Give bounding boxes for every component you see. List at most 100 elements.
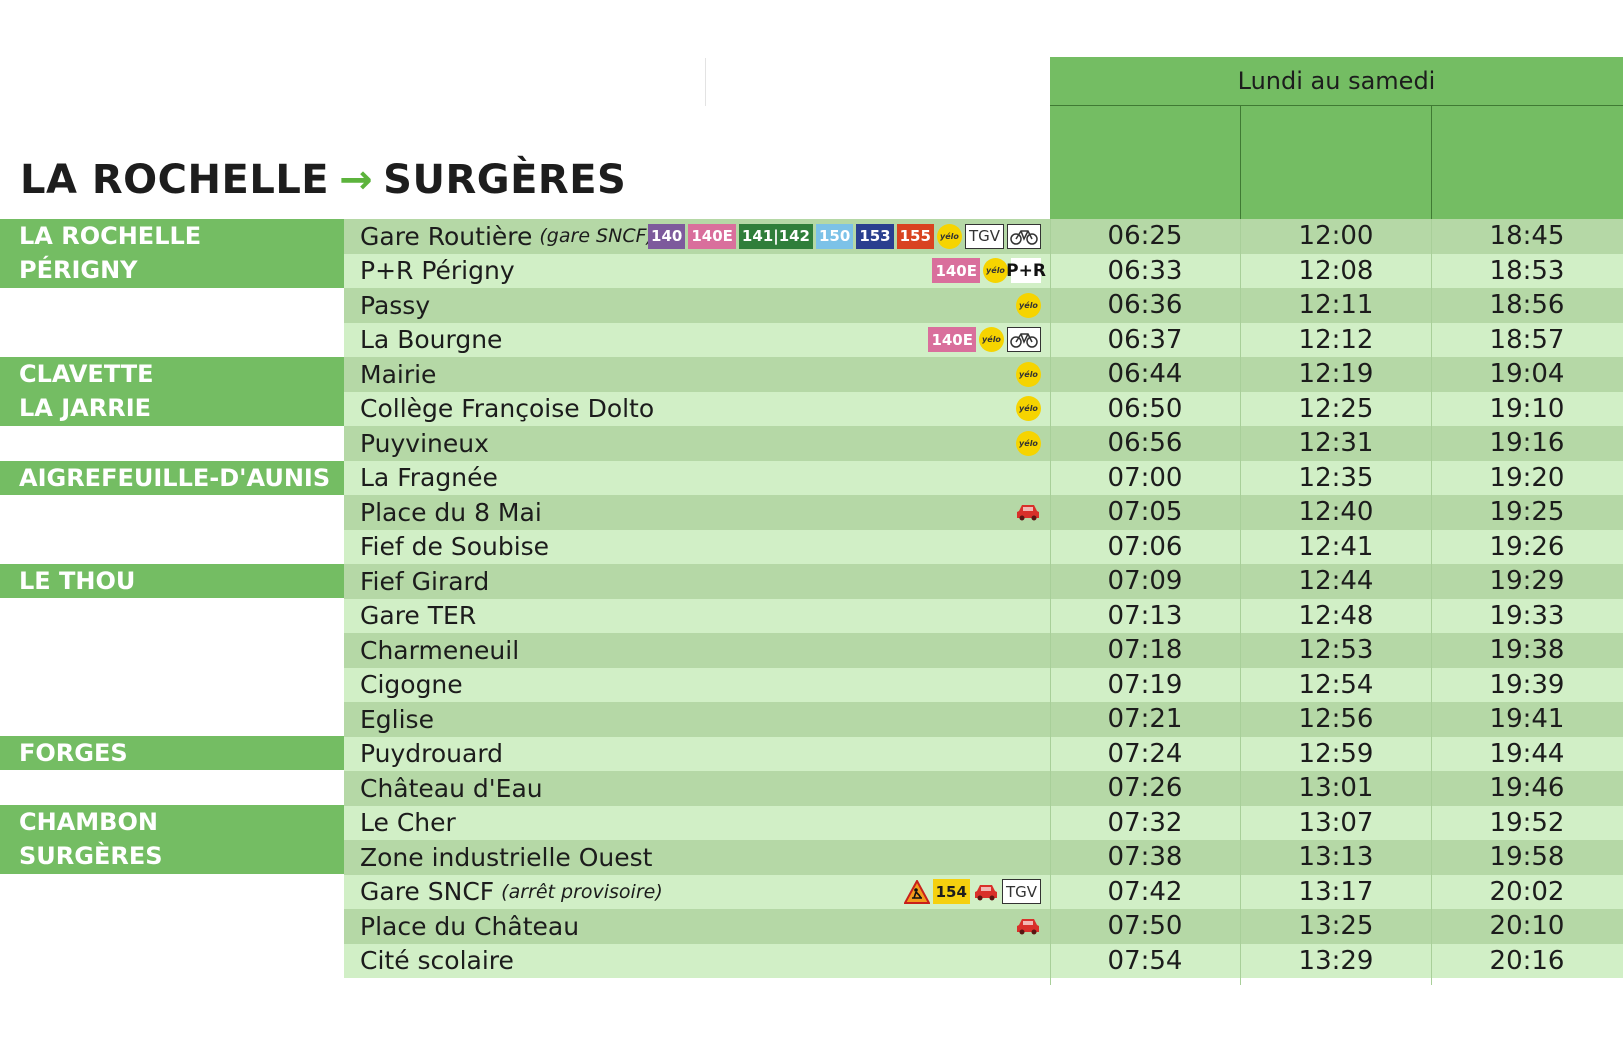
stop-connections [1015, 909, 1041, 944]
departure-time: 06:37 [1107, 324, 1183, 355]
departure-time: 19:29 [1489, 566, 1565, 597]
departure-time: 07:38 [1107, 842, 1183, 873]
stop-name: Gare TER [360, 601, 477, 631]
stop-name: Puydrouard [360, 739, 504, 769]
departure-time: 12:19 [1298, 359, 1374, 390]
departure-time: 06:50 [1107, 393, 1183, 424]
route-to: SURGÈRES [383, 157, 627, 203]
departure-time: 12:53 [1298, 635, 1374, 666]
departure-time: 19:52 [1489, 807, 1565, 838]
departure-time: 12:12 [1298, 324, 1374, 355]
departure-time: 12:56 [1298, 704, 1374, 735]
departure-time: 13:25 [1298, 911, 1374, 942]
departure-time: 12:31 [1298, 428, 1374, 459]
park-and-ride-icon: P+R [1006, 258, 1046, 284]
stop-name: Château d'Eau [360, 773, 543, 803]
commune-label: PÉRIGNY [19, 256, 138, 284]
line-154-badge: 154 [932, 879, 970, 905]
departure-time: 07:00 [1107, 462, 1183, 493]
yelo-icon: yélo [1016, 292, 1041, 318]
departure-time: 07:26 [1107, 773, 1183, 804]
departure-time: 13:17 [1298, 876, 1374, 907]
departure-time: 13:07 [1298, 807, 1374, 838]
departure-time: 12:59 [1298, 738, 1374, 769]
car-icon [973, 882, 999, 902]
departure-time: 18:45 [1489, 221, 1565, 252]
departure-time: 20:16 [1489, 945, 1565, 976]
departure-time: 13:13 [1298, 842, 1374, 873]
yelo-icon: yélo [1016, 430, 1041, 456]
departure-time: 19:41 [1489, 704, 1565, 735]
line-141-142-badge: 141 | 142 [738, 223, 813, 249]
commune-label: LE THOU [19, 567, 136, 595]
departure-time: 07:42 [1107, 876, 1183, 907]
line-153-badge: 153 [856, 223, 894, 249]
departure-time: 19:26 [1489, 531, 1565, 562]
yelo-icon: yélo [1016, 396, 1041, 422]
departure-time: 12:00 [1298, 221, 1374, 252]
departure-time: 12:25 [1298, 393, 1374, 424]
departure-time: 06:25 [1107, 221, 1183, 252]
departure-time: 12:11 [1298, 290, 1374, 321]
divider-line [705, 58, 706, 106]
stop-name: La Fragnée [360, 463, 498, 493]
line-155-badge: 155 [896, 223, 934, 249]
bike-icon [1007, 327, 1041, 353]
yelo-icon: yélo [1016, 361, 1041, 387]
departure-time: 12:08 [1298, 255, 1374, 286]
commune-label: AIGREFEUILLE-D'AUNIS [19, 464, 331, 492]
commune-block: CLAVETTE LA JARRIE [0, 357, 344, 426]
departure-time: 07:06 [1107, 531, 1183, 562]
stop-name: Fief Girard [360, 566, 490, 596]
commune-block: FORGES [0, 736, 344, 770]
departure-time: 07:21 [1107, 704, 1183, 735]
stop-name: Gare SNCF (arrêt provisoire) [360, 877, 663, 907]
stop-name: Collège Françoise Dolto [360, 394, 655, 424]
stop-name: P+R Périgny [360, 256, 515, 286]
departure-time: 19:58 [1489, 842, 1565, 873]
commune-label: CHAMBON [19, 808, 158, 836]
departure-time: 19:04 [1489, 359, 1565, 390]
departure-time: 07:50 [1107, 911, 1183, 942]
departure-time: 07:32 [1107, 807, 1183, 838]
line-140-badge: 140 [648, 223, 686, 249]
departure-time: 06:36 [1107, 290, 1183, 321]
departure-time: 07:54 [1107, 945, 1183, 976]
stop-connections: 140E yélo P+R [932, 254, 1046, 289]
bike-icon [1007, 223, 1041, 249]
car-icon [1015, 502, 1041, 522]
departure-time: 07:09 [1107, 566, 1183, 597]
stop-name: Gare Routière (gare SNCF) [360, 221, 654, 251]
departure-time: 20:02 [1489, 876, 1565, 907]
arrow-right-icon: → [339, 157, 374, 203]
stop-name: La Bourgne [360, 325, 503, 355]
roadworks-icon [903, 879, 930, 904]
tgv-icon: TGV [1001, 879, 1041, 905]
stop-name: Place du 8 Mai [360, 497, 542, 527]
departure-time: 19:16 [1489, 428, 1565, 459]
departure-time: 06:44 [1107, 359, 1183, 390]
column-divider [1240, 106, 1241, 219]
stop-connections: yélo [1016, 426, 1041, 461]
stop-name: Cité scolaire [360, 946, 514, 976]
departure-time: 19:44 [1489, 738, 1565, 769]
stop-connections: 140 140E 141 | 142 150 153 155 yélo TGV [648, 219, 1041, 254]
departure-time: 07:24 [1107, 738, 1183, 769]
column-divider [1050, 219, 1051, 985]
stop-connections: 154 TGV [903, 875, 1041, 910]
line-140e-badge: 140E [928, 327, 976, 353]
departure-time: 18:56 [1489, 290, 1565, 321]
stop-name: Puyvineux [360, 428, 489, 458]
car-icon [1015, 916, 1041, 936]
commune-label: FORGES [19, 739, 128, 767]
stop-connections: yélo [1016, 357, 1041, 392]
commune-block: AIGREFEUILLE-D'AUNIS [0, 461, 344, 495]
stop-name: Le Cher [360, 808, 456, 838]
column-divider [1431, 106, 1432, 219]
commune-label: LA ROCHELLE [19, 222, 202, 250]
yelo-icon: yélo [936, 223, 962, 249]
departure-time: 12:44 [1298, 566, 1374, 597]
departure-time: 12:40 [1298, 497, 1374, 528]
departure-time: 12:54 [1298, 669, 1374, 700]
column-divider [1240, 219, 1241, 985]
